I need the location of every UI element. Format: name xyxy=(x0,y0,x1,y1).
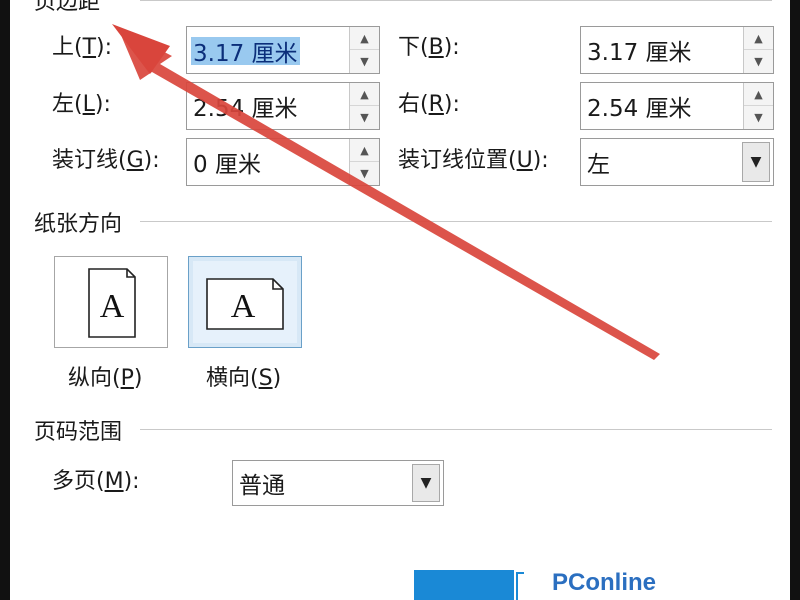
landscape-button[interactable]: A xyxy=(188,256,302,348)
spin-up-icon[interactable]: ▲ xyxy=(350,27,379,50)
left-margin-spinner[interactable]: 2.54 厘米 ▲ ▼ xyxy=(186,82,380,130)
chevron-down-icon[interactable]: ▼ xyxy=(742,142,770,182)
spin-down-icon[interactable]: ▼ xyxy=(350,106,379,129)
gutter-position-select[interactable]: 左 ▼ xyxy=(580,138,774,186)
bottom-margin-spinner[interactable]: 3.17 厘米 ▲ ▼ xyxy=(580,26,774,74)
portrait-button[interactable]: A xyxy=(54,256,168,348)
landscape-glyph: A xyxy=(231,288,256,325)
top-margin-label: 上(T): xyxy=(52,35,113,60)
gutter-position-label: 装订线位置(U): xyxy=(398,148,549,173)
gutter-position-value: 左 xyxy=(587,152,610,178)
margins-group-label: 页边距 xyxy=(34,0,101,15)
gutter-spinner[interactable]: 0 厘米 ▲ ▼ xyxy=(186,138,380,186)
window-frame-right xyxy=(790,0,800,600)
top-margin-spin-buttons: ▲ ▼ xyxy=(349,27,379,73)
spin-up-icon[interactable]: ▲ xyxy=(744,83,773,106)
top-margin-value[interactable]: 3.17 厘米 xyxy=(191,37,300,67)
chevron-down-icon[interactable]: ▼ xyxy=(412,464,440,502)
multiple-pages-select[interactable]: 普通 ▼ xyxy=(232,460,444,506)
bottom-margin-spin-buttons: ▲ ▼ xyxy=(743,27,773,73)
landscape-page-icon: A xyxy=(206,278,284,330)
multiple-pages-value: 普通 xyxy=(239,473,285,499)
landscape-label: 横向(S) xyxy=(206,366,282,391)
right-margin-value[interactable]: 2.54 厘米 xyxy=(587,83,692,129)
spin-up-icon[interactable]: ▲ xyxy=(744,27,773,50)
portrait-page-icon: A xyxy=(88,268,136,338)
margins-group-separator xyxy=(140,0,772,1)
pconline-logo-notch xyxy=(516,572,524,600)
gutter-spin-buttons: ▲ ▼ xyxy=(349,139,379,185)
spin-up-icon[interactable]: ▲ xyxy=(350,83,379,106)
window-frame-left xyxy=(0,0,10,600)
multiple-pages-label: 多页(M): xyxy=(52,469,140,494)
left-margin-label: 左(L): xyxy=(52,92,111,117)
right-margin-spinner[interactable]: 2.54 厘米 ▲ ▼ xyxy=(580,82,774,130)
page-setup-dialog: 页边距 上(T): 3.17 厘米 ▲ ▼ 下(B): 3.17 厘米 ▲ ▼ … xyxy=(0,0,800,600)
spin-down-icon[interactable]: ▼ xyxy=(350,162,379,185)
spin-up-icon[interactable]: ▲ xyxy=(350,139,379,162)
gutter-value[interactable]: 0 厘米 xyxy=(193,139,261,185)
pages-group-label: 页码范围 xyxy=(34,420,123,445)
left-margin-spin-buttons: ▲ ▼ xyxy=(349,83,379,129)
right-margin-spin-buttons: ▲ ▼ xyxy=(743,83,773,129)
portrait-glyph: A xyxy=(100,288,125,325)
spin-down-icon[interactable]: ▼ xyxy=(350,50,379,73)
pages-group-separator xyxy=(140,429,772,430)
bottom-margin-value[interactable]: 3.17 厘米 xyxy=(587,27,692,73)
top-margin-spinner[interactable]: 3.17 厘米 ▲ ▼ xyxy=(186,26,380,74)
spin-down-icon[interactable]: ▼ xyxy=(744,106,773,129)
left-margin-value[interactable]: 2.54 厘米 xyxy=(193,83,298,129)
pconline-logo-icon xyxy=(414,570,514,600)
bottom-margin-label: 下(B): xyxy=(398,35,460,60)
right-margin-label: 右(R): xyxy=(398,92,460,117)
gutter-label: 装订线(G): xyxy=(52,148,160,173)
portrait-label: 纵向(P) xyxy=(68,366,143,391)
spin-down-icon[interactable]: ▼ xyxy=(744,50,773,73)
orientation-group-separator xyxy=(140,221,772,222)
watermark-text: PConline xyxy=(552,569,657,596)
orientation-group-label: 纸张方向 xyxy=(34,212,123,237)
